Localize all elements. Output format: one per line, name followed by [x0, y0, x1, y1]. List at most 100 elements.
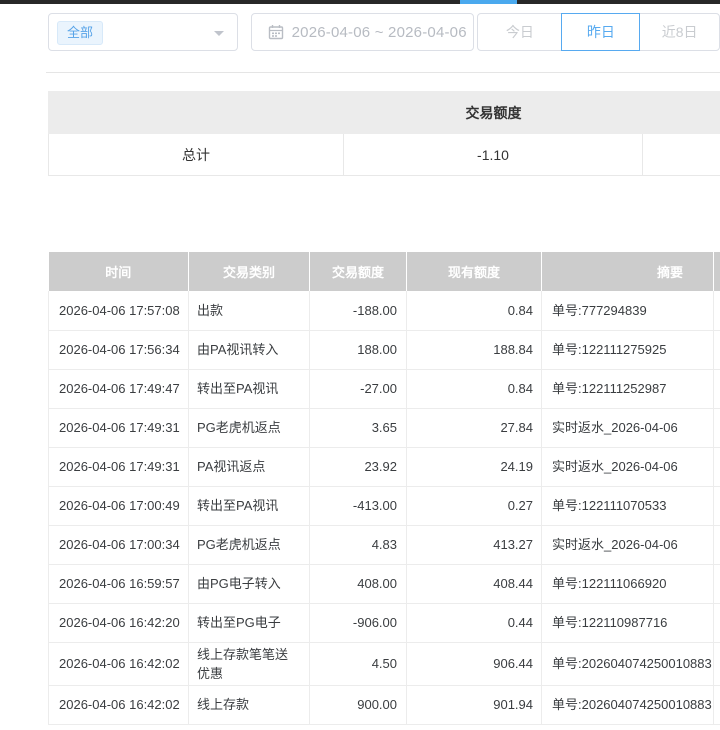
cell-amount: -188.00	[310, 291, 407, 330]
cell-time: 2026-04-06 17:00:49	[49, 486, 189, 525]
cell-time: 2026-04-06 17:49:47	[49, 369, 189, 408]
cell-gutter	[714, 330, 720, 369]
cell-amount: 3.65	[310, 408, 407, 447]
cell-balance: 24.19	[407, 447, 542, 486]
cell-balance: 0.44	[407, 603, 542, 642]
column-header-type: 交易类别	[189, 252, 310, 291]
cell-amount: -413.00	[310, 486, 407, 525]
progress-bar-fill	[460, 0, 517, 4]
table-row: 2026-04-06 16:42:20转出至PG电子-906.000.44单号:…	[49, 603, 720, 642]
cell-summary: 单号:202604074250010883	[542, 685, 714, 724]
cell-summary: 单号:122111252987	[542, 369, 714, 408]
cell-summary: 实时返水_2026-04-06	[542, 525, 714, 564]
cell-type: PA视讯返点	[189, 447, 310, 486]
top-progress-bar	[0, 0, 720, 4]
cell-gutter	[714, 642, 720, 685]
cell-balance: 906.44	[407, 642, 542, 685]
cell-amount: -906.00	[310, 603, 407, 642]
cell-type: 由PG电子转入	[189, 564, 310, 603]
table-row: 2026-04-06 17:56:34由PA视讯转入188.00188.84单号…	[49, 330, 720, 369]
cell-summary: 单号:122111070533	[542, 486, 714, 525]
cell-gutter	[714, 369, 720, 408]
cell-balance: 188.84	[407, 330, 542, 369]
cell-amount: 408.00	[310, 564, 407, 603]
cell-amount: 4.50	[310, 642, 407, 685]
cell-time: 2026-04-06 17:49:31	[49, 408, 189, 447]
cell-time: 2026-04-06 16:42:02	[49, 642, 189, 685]
column-header-summary: 摘要	[542, 252, 714, 291]
summary-table-header: 交易额度	[48, 91, 720, 134]
cell-balance: 27.84	[407, 408, 542, 447]
cell-summary: 实时返水_2026-04-06	[542, 447, 714, 486]
cell-type: PG老虎机返点	[189, 408, 310, 447]
cell-amount: 23.92	[310, 447, 407, 486]
cell-gutter	[714, 291, 720, 330]
table-row: 2026-04-06 17:49:31PA视讯返点23.9224.19实时返水_…	[49, 447, 720, 486]
today-button[interactable]: 今日	[478, 14, 561, 50]
table-row: 2026-04-06 17:00:34PG老虎机返点4.83413.27实时返水…	[49, 525, 720, 564]
cell-time: 2026-04-06 16:42:02	[49, 685, 189, 724]
chevron-down-icon	[214, 31, 224, 36]
cell-type: 转出至PA视讯	[189, 369, 310, 408]
table-row: 2026-04-06 17:49:47转出至PA视讯-27.000.84单号:1…	[49, 369, 720, 408]
table-row: 2026-04-06 17:57:08出款-188.000.84单号:77729…	[49, 291, 720, 330]
cell-time: 2026-04-06 16:42:20	[49, 603, 189, 642]
quick-date-buttons: 今日 昨日 近8日	[477, 13, 720, 51]
summary-table: 交易额度 总计 -1.10	[48, 91, 720, 176]
cell-type: 线上存款	[189, 685, 310, 724]
cell-amount: 188.00	[310, 330, 407, 369]
cell-type: PG老虎机返点	[189, 525, 310, 564]
cell-time: 2026-04-06 16:59:57	[49, 564, 189, 603]
cell-summary: 实时返水_2026-04-06	[542, 408, 714, 447]
last-8-days-button[interactable]: 近8日	[640, 14, 719, 50]
cell-balance: 0.84	[407, 291, 542, 330]
cell-balance: 901.94	[407, 685, 542, 724]
column-header-gutter	[714, 252, 720, 291]
cell-gutter	[714, 486, 720, 525]
cell-type: 转出至PG电子	[189, 603, 310, 642]
date-range-picker[interactable]: 2026-04-06 ~ 2026-04-06	[251, 13, 475, 51]
transactions-table: 时间 交易类别 交易额度 现有额度 摘要 2026-04-06 17:57:08…	[48, 252, 720, 725]
cell-balance: 413.27	[407, 525, 542, 564]
section-divider	[46, 72, 720, 73]
summary-total-label: 总计	[49, 134, 344, 175]
cell-type: 出款	[189, 291, 310, 330]
table-row: 2026-04-06 16:42:02线上存款900.00901.94单号:20…	[49, 685, 720, 724]
cell-type: 转出至PA视讯	[189, 486, 310, 525]
cell-time: 2026-04-06 17:57:08	[49, 291, 189, 330]
table-row: 2026-04-06 17:49:31PG老虎机返点3.6527.84实时返水_…	[49, 408, 720, 447]
cell-time: 2026-04-06 17:56:34	[49, 330, 189, 369]
cell-balance: 0.84	[407, 369, 542, 408]
cell-gutter	[714, 525, 720, 564]
filter-toolbar: 全部 2026-04-06 ~ 2026-04-06 今日 昨日 近8日	[48, 13, 720, 51]
cell-balance: 408.44	[407, 564, 542, 603]
cell-balance: 0.27	[407, 486, 542, 525]
summary-amount-header: 交易额度	[344, 103, 643, 123]
cell-gutter	[714, 603, 720, 642]
cell-type: 线上存款笔笔送优惠	[189, 642, 310, 685]
summary-total-value: -1.10	[344, 134, 643, 175]
cell-time: 2026-04-06 17:49:31	[49, 447, 189, 486]
cell-summary: 单号:122111275925	[542, 330, 714, 369]
cell-summary: 单号:122110987716	[542, 603, 714, 642]
summary-total-row: 总计 -1.10	[48, 134, 720, 176]
cell-gutter	[714, 447, 720, 486]
cell-time: 2026-04-06 17:00:34	[49, 525, 189, 564]
cell-amount: -27.00	[310, 369, 407, 408]
selected-filter-tag[interactable]: 全部	[57, 21, 103, 45]
cell-amount: 900.00	[310, 685, 407, 724]
cell-summary: 单号:777294839	[542, 291, 714, 330]
category-select[interactable]: 全部	[48, 13, 238, 51]
table-row: 2026-04-06 16:59:57由PG电子转入408.00408.44单号…	[49, 564, 720, 603]
transactions-table-header: 时间 交易类别 交易额度 现有额度 摘要	[49, 252, 720, 291]
cell-amount: 4.83	[310, 525, 407, 564]
yesterday-button[interactable]: 昨日	[561, 13, 640, 51]
cell-gutter	[714, 408, 720, 447]
date-range-value: 2026-04-06 ~ 2026-04-06	[292, 24, 467, 41]
cell-summary: 单号:122111066920	[542, 564, 714, 603]
cell-gutter	[714, 685, 720, 724]
calendar-icon	[268, 24, 284, 40]
column-header-balance: 现有额度	[407, 252, 542, 291]
table-row: 2026-04-06 17:00:49转出至PA视讯-413.000.27单号:…	[49, 486, 720, 525]
table-row: 2026-04-06 16:42:02线上存款笔笔送优惠4.50906.44单号…	[49, 642, 720, 685]
